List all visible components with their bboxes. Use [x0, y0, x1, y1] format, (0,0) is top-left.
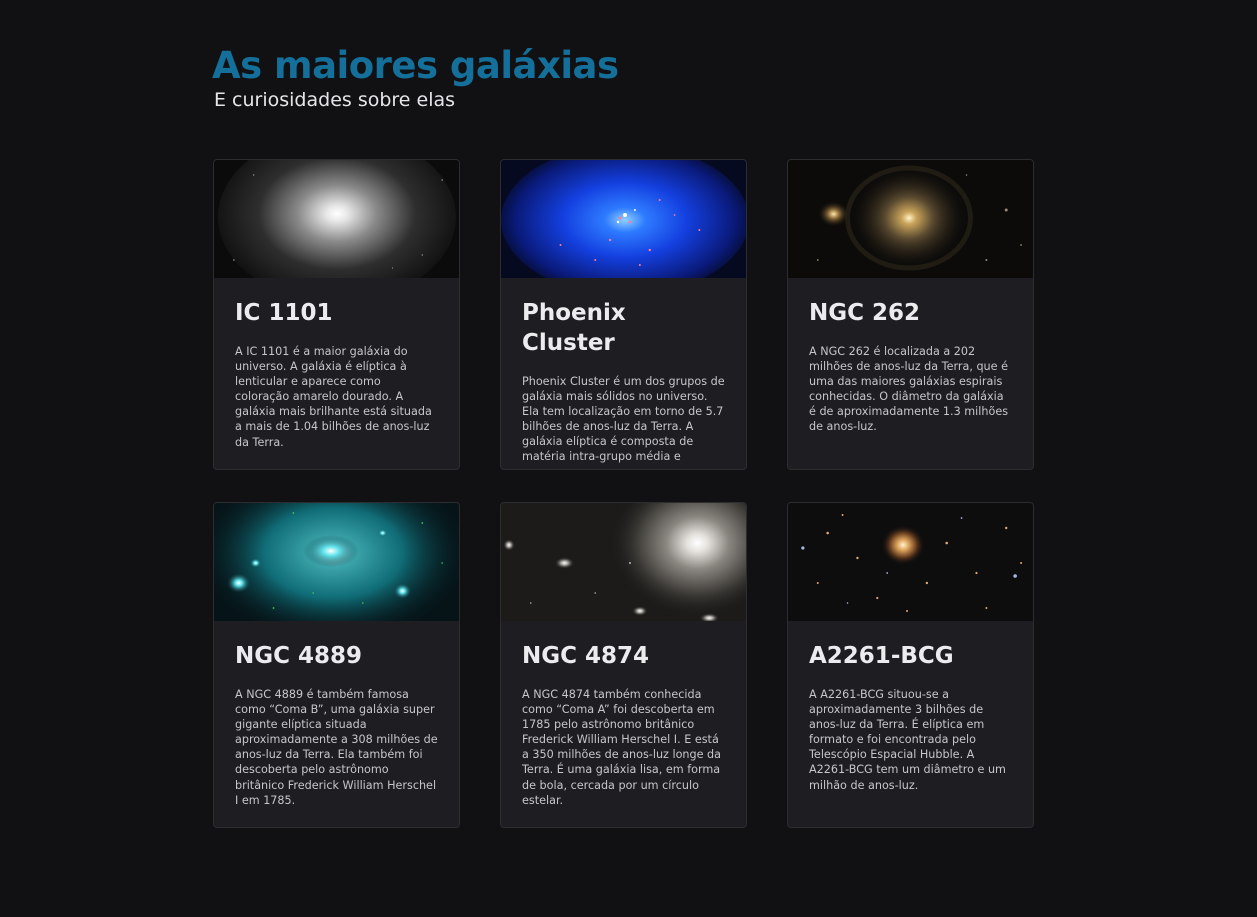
card-title: Phoenix Cluster	[522, 300, 626, 356]
galaxy-card-a2261-bcg: A2261-BCG A A2261-BCG situou-se a aproxi…	[787, 502, 1034, 828]
galaxy-card-ngc-4889: NGC 4889 A NGC 4889 é também famosa como…	[213, 502, 460, 828]
card-description: Phoenix Cluster é um dos grupos de galáx…	[522, 375, 725, 469]
page-subtitle: E curiosidades sobre elas	[214, 89, 456, 111]
deep-field-cluster-image	[788, 503, 1033, 621]
card-description: A NGC 4889 é também famosa como “Coma B”…	[235, 688, 438, 807]
galaxy-grid: IC 1101 A IC 1101 é a maior galáxia do u…	[213, 159, 1034, 828]
elliptical-galaxy-white-image	[214, 160, 459, 278]
card-description: A NGC 262 é localizada a 202 milhões de …	[809, 345, 1009, 434]
card-description: A NGC 4874 também conhecida como “Coma A…	[522, 688, 722, 807]
galaxy-card-ngc-4874: NGC 4874 A NGC 4874 também conhecida com…	[500, 502, 747, 828]
card-title: NGC 4889	[235, 643, 363, 669]
galaxy-card-phoenix-cluster: Phoenix Cluster Phoenix Cluster é um dos…	[500, 159, 747, 470]
card-description: A IC 1101 é a maior galáxia do universo.…	[235, 345, 432, 449]
golden-spiral-galaxy-image	[788, 160, 1033, 278]
page-header: As maiores galáxias E curiosidades sobre…	[212, 44, 1036, 828]
card-title: NGC 262	[809, 300, 921, 326]
card-description: A A2261-BCG situou-se a aproximadamente …	[809, 688, 1006, 792]
page-title: As maiores galáxias	[212, 44, 619, 87]
gray-elliptical-galaxy-image	[501, 503, 746, 621]
galaxy-card-ic-1101: IC 1101 A IC 1101 é a maior galáxia do u…	[213, 159, 460, 470]
galaxy-card-ngc-262: NGC 262 A NGC 262 é localizada a 202 mil…	[787, 159, 1034, 470]
card-title: NGC 4874	[522, 643, 650, 669]
cyan-coma-cluster-image	[214, 503, 459, 621]
blue-cluster-image	[501, 160, 746, 278]
card-title: IC 1101	[235, 300, 333, 326]
card-title: A2261-BCG	[809, 643, 954, 669]
